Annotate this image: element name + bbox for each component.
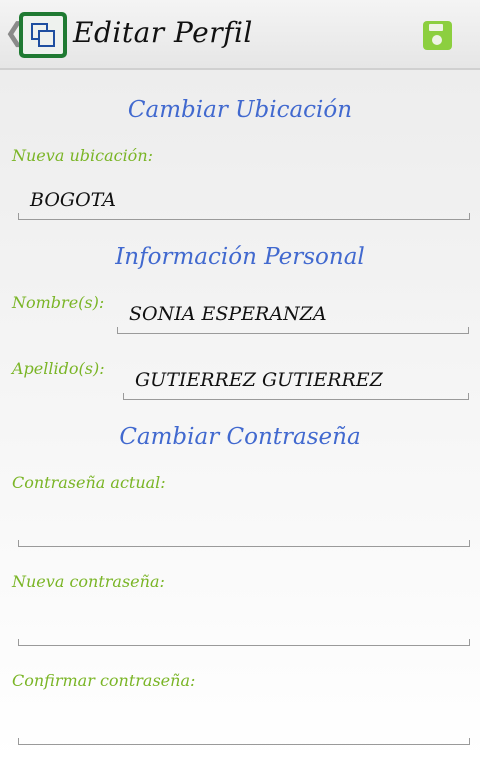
last-name-input[interactable]: GUTIERREZ GUTIERREZ [135,369,383,391]
location-input-underline [18,213,470,220]
section-title-personal: Información Personal [115,244,365,270]
first-name-input-underline [117,327,469,334]
first-name-label: Nombre(s): [12,293,105,312]
current-password-label: Contraseña actual: [12,473,166,492]
confirm-password-underline [18,738,470,745]
save-icon-slot [429,24,443,31]
location-input[interactable]: BOGOTA [30,189,116,211]
current-password-underline [18,540,470,547]
save-button[interactable] [423,21,452,50]
first-name-input[interactable]: SONIA ESPERANZA [129,303,327,325]
section-title-password: Cambiar Contraseña [119,424,361,450]
app-logo-inner [23,16,63,54]
page-title: Editar Perfil [73,16,253,49]
app-logo-icon[interactable] [19,12,67,58]
section-title-location: Cambiar Ubicación [127,97,353,123]
confirm-password-label: Confirmar contraseña: [12,671,196,690]
logo-square-front [38,30,55,47]
app-bar: ❮ Editar Perfil [0,0,480,70]
location-label: Nueva ubicación: [12,146,154,165]
last-name-label: Apellido(s): [12,359,105,378]
last-name-input-underline [123,393,469,400]
save-icon-dot [432,35,442,45]
new-password-label: Nueva contraseña: [12,572,165,591]
new-password-underline [18,639,470,646]
